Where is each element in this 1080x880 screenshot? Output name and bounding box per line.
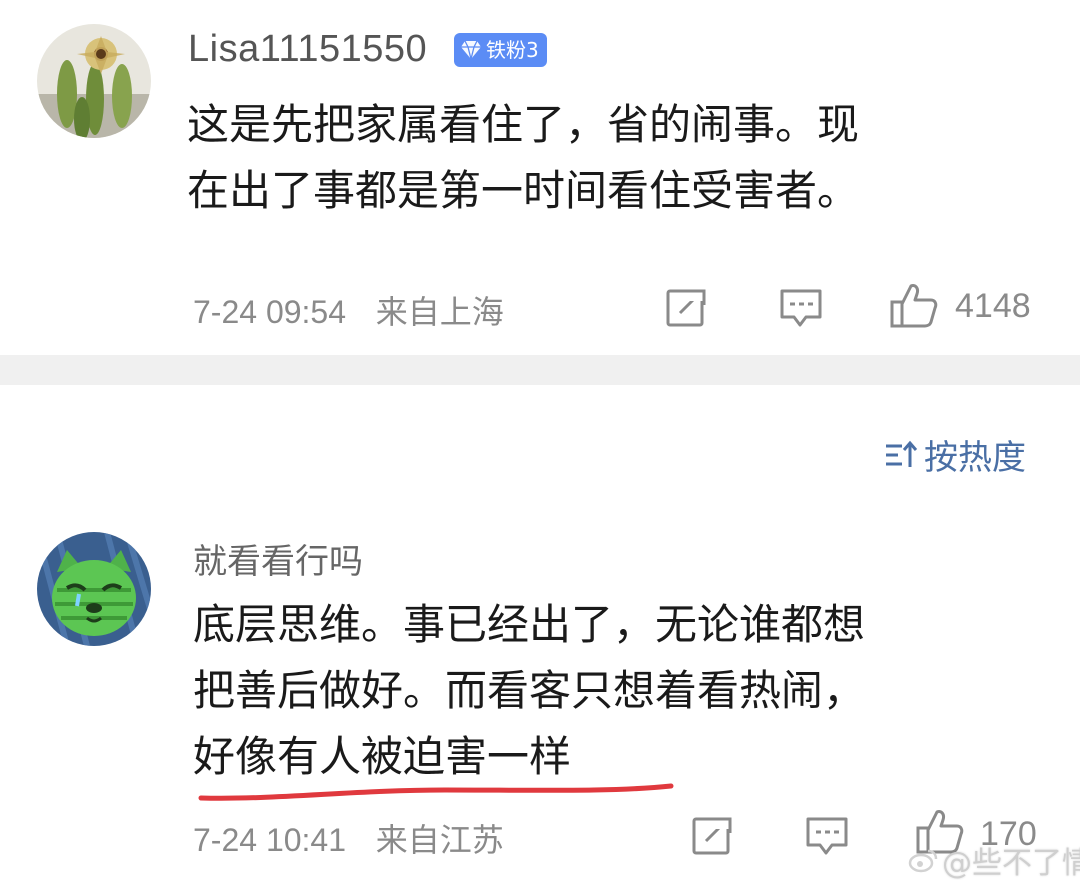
avatar[interactable] — [37, 24, 151, 138]
comment-meta: 7-24 09:54 来自上海 — [193, 287, 504, 333]
section-divider — [0, 355, 1080, 385]
comment-username[interactable]: 就看看行吗 — [193, 534, 363, 583]
comment-line: 这是先把家属看住了，省的闹事。现 — [187, 100, 860, 149]
sort-label: 按热度 — [924, 438, 1026, 478]
fan-badge: 铁粉3 — [454, 33, 547, 67]
comment-time: 7-24 10:41 — [193, 822, 347, 858]
comment-icon[interactable] — [804, 813, 850, 857]
gem-icon — [460, 40, 482, 60]
avatar[interactable] — [37, 532, 151, 646]
repost-icon[interactable] — [690, 813, 734, 857]
comment-line: 把善后做好。而看客只想着看热闹， — [193, 666, 866, 715]
watermark: @些不了情 — [908, 838, 1080, 880]
comment-time: 7-24 09:54 — [193, 294, 347, 330]
comment-line: 在出了事都是第一时间看住受害者。 — [187, 166, 860, 215]
like-icon[interactable] — [889, 280, 939, 330]
sort-button[interactable]: 按热度 — [884, 430, 1026, 479]
watermark-text: @些不了情 — [942, 846, 1080, 880]
badge-label: 铁粉3 — [486, 38, 539, 62]
comments-screen: Lisa11151550 铁粉3 这是先把家属看住了，省的闹事。现 在出了事都是… — [0, 0, 1080, 880]
comment-location: 来自上海 — [375, 294, 504, 330]
like-count: 4148 — [955, 287, 1031, 325]
weibo-logo-icon — [908, 847, 938, 873]
comment-text: 底层思维。事已经出了，无论谁都想 把善后做好。而看客只想着看热闹， 好像有人被迫… — [193, 592, 865, 790]
sort-icon — [884, 440, 918, 470]
comment-username[interactable]: Lisa11151550 — [188, 28, 427, 71]
comment-line: 底层思维。事已经出了，无论谁都想 — [193, 600, 866, 649]
comment-text: 这是先把家属看住了，省的闹事。现 在出了事都是第一时间看住受害者。 — [187, 92, 859, 224]
comment-icon[interactable] — [778, 285, 824, 329]
repost-icon[interactable] — [664, 285, 708, 329]
comment-location: 来自江苏 — [375, 822, 504, 858]
red-underline-annotation — [198, 783, 674, 801]
comment-meta: 7-24 10:41 来自江苏 — [193, 815, 504, 861]
